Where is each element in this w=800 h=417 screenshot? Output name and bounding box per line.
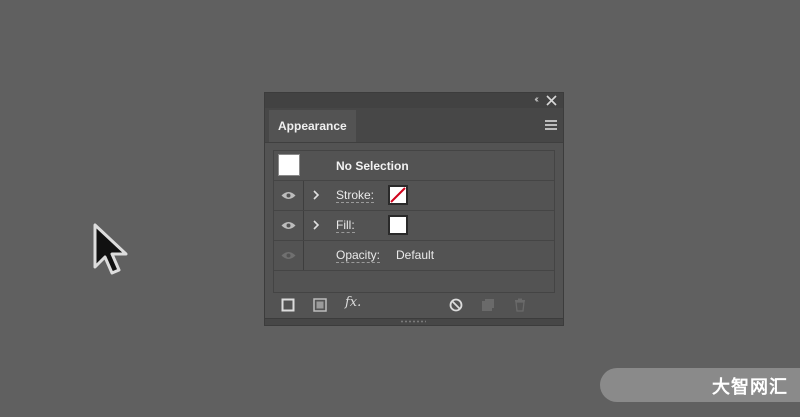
collapse-panel-button[interactable]: ‹‹ [534,94,538,106]
opacity-visibility-toggle [274,241,304,270]
opacity-value: Default [396,248,435,262]
panel-bottom-toolbar: fx. [265,293,563,317]
clear-appearance-icon[interactable] [449,297,463,313]
eye-icon [281,192,296,199]
chevron-right-icon[interactable] [312,189,320,201]
watermark-logo: 大智网汇 [600,368,800,402]
stroke-visibility-toggle[interactable] [274,181,304,210]
fill-visibility-toggle[interactable] [274,211,304,240]
fill-swatch[interactable] [388,215,408,235]
grip-dots [400,320,426,323]
panel-resize-grip[interactable] [265,318,563,325]
selection-status: No Selection [336,159,409,173]
eye-icon [281,252,296,259]
selection-thumbnail [278,154,300,176]
panel-tabbar: Appearance [265,108,563,143]
add-new-fill-icon[interactable] [313,297,327,313]
watermark-text: 大智网汇 [712,377,788,397]
add-new-effect-button[interactable]: fx. [345,295,361,310]
opacity-label[interactable]: Opacity: [336,249,381,263]
stroke-swatch[interactable] [388,185,408,205]
selection-row: No Selection [274,151,554,181]
none-slash-icon [390,187,406,203]
tab-appearance[interactable]: Appearance [269,110,356,142]
opacity-row[interactable]: Opacity: Default [274,241,554,271]
stroke-row[interactable]: Stroke: [274,181,554,211]
appearance-panel: ‹‹ Appearance No Selection Stroke: Fill:… [264,92,564,326]
eye-icon [281,222,296,229]
fill-label[interactable]: Fill: [336,219,355,233]
panel-menu-icon[interactable] [545,120,557,130]
fill-row[interactable]: Fill: [274,211,554,241]
add-new-stroke-icon[interactable] [281,297,295,313]
appearance-attribute-list: No Selection Stroke: Fill: Opacity: Defa… [273,150,555,293]
duplicate-item-icon [482,299,494,311]
trash-icon [515,298,525,312]
mouse-cursor-icon [93,223,128,275]
close-icon[interactable] [546,95,557,106]
stroke-label[interactable]: Stroke: [336,189,375,203]
panel-titlebar: ‹‹ [265,93,563,109]
chevron-right-icon[interactable] [312,219,320,231]
